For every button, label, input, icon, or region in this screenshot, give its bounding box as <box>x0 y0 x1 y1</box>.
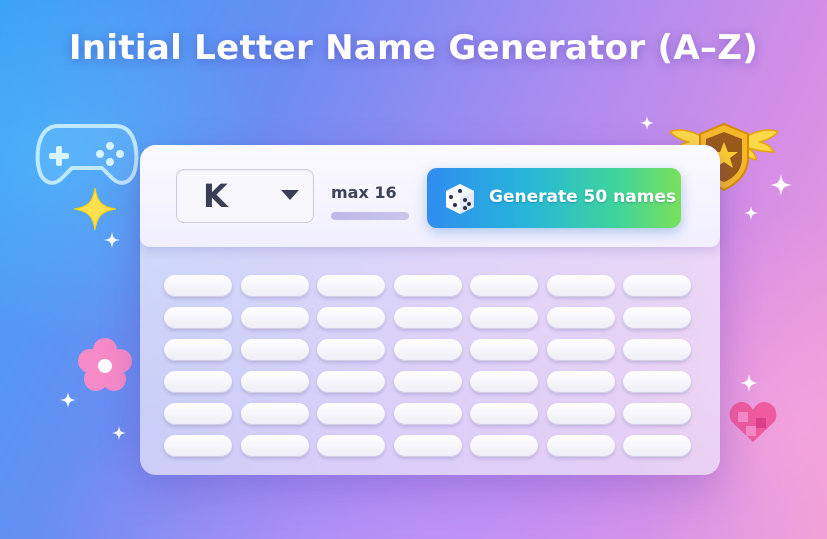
name-slot[interactable] <box>240 435 309 457</box>
name-slot[interactable] <box>546 307 615 329</box>
name-slot[interactable] <box>393 371 462 393</box>
name-slot[interactable] <box>240 339 309 361</box>
max-length-slider[interactable] <box>331 212 409 220</box>
generate-button-label: Generate 50 names <box>489 187 677 207</box>
sparkle-icon <box>60 392 76 408</box>
sparkle-icon <box>640 116 654 130</box>
gamepad-icon <box>35 124 139 185</box>
name-slot[interactable] <box>546 339 615 361</box>
name-slot[interactable] <box>546 403 615 425</box>
name-slot[interactable] <box>317 403 385 425</box>
sparkle-icon <box>112 426 126 440</box>
name-slot[interactable] <box>623 371 691 393</box>
sparkle-icon <box>744 206 758 220</box>
name-slot[interactable] <box>164 403 232 425</box>
name-slot[interactable] <box>393 307 462 329</box>
name-slot[interactable] <box>470 275 538 297</box>
dice-icon <box>446 184 474 214</box>
generator-toolbar: K max 16 Generate 50 names <box>140 145 720 247</box>
name-slot[interactable] <box>317 339 385 361</box>
flower-icon <box>78 338 132 391</box>
name-slot[interactable] <box>470 371 538 393</box>
chevron-down-icon <box>281 190 299 200</box>
name-slot[interactable] <box>623 307 691 329</box>
name-slot[interactable] <box>317 435 385 457</box>
name-slot[interactable] <box>546 371 615 393</box>
name-slot[interactable] <box>164 275 232 297</box>
name-slot[interactable] <box>470 339 538 361</box>
name-slot[interactable] <box>623 403 691 425</box>
name-slot[interactable] <box>240 403 309 425</box>
name-slot[interactable] <box>623 275 691 297</box>
name-slot[interactable] <box>240 307 309 329</box>
name-slot[interactable] <box>393 435 462 457</box>
sparkle-icon <box>104 232 120 248</box>
name-slot[interactable] <box>623 339 691 361</box>
name-slot[interactable] <box>317 275 385 297</box>
sparkle-icon <box>740 374 758 392</box>
name-slot[interactable] <box>470 307 538 329</box>
selected-letter: K <box>203 177 228 215</box>
name-slot[interactable] <box>240 275 309 297</box>
max-length-label: max 16 <box>331 183 397 202</box>
name-slot[interactable] <box>164 339 232 361</box>
name-slot[interactable] <box>546 275 615 297</box>
generator-panel: K max 16 Generate 50 names <box>140 145 720 475</box>
name-slot[interactable] <box>393 403 462 425</box>
page-title: Initial Letter Name Generator (A–Z) <box>68 28 759 68</box>
name-slot[interactable] <box>470 435 538 457</box>
generate-button[interactable]: Generate 50 names <box>427 168 681 228</box>
name-slot[interactable] <box>164 307 232 329</box>
name-slot[interactable] <box>317 307 385 329</box>
name-slot[interactable] <box>164 435 232 457</box>
name-slot[interactable] <box>546 435 615 457</box>
name-slot[interactable] <box>317 371 385 393</box>
name-slot[interactable] <box>393 339 462 361</box>
sparkle-icon <box>73 187 117 231</box>
letter-select[interactable]: K <box>176 169 314 223</box>
name-slot[interactable] <box>623 435 691 457</box>
name-slot[interactable] <box>164 371 232 393</box>
name-slot[interactable] <box>393 275 462 297</box>
heart-icon <box>729 402 777 442</box>
name-slot[interactable] <box>240 371 309 393</box>
name-slot[interactable] <box>470 403 538 425</box>
